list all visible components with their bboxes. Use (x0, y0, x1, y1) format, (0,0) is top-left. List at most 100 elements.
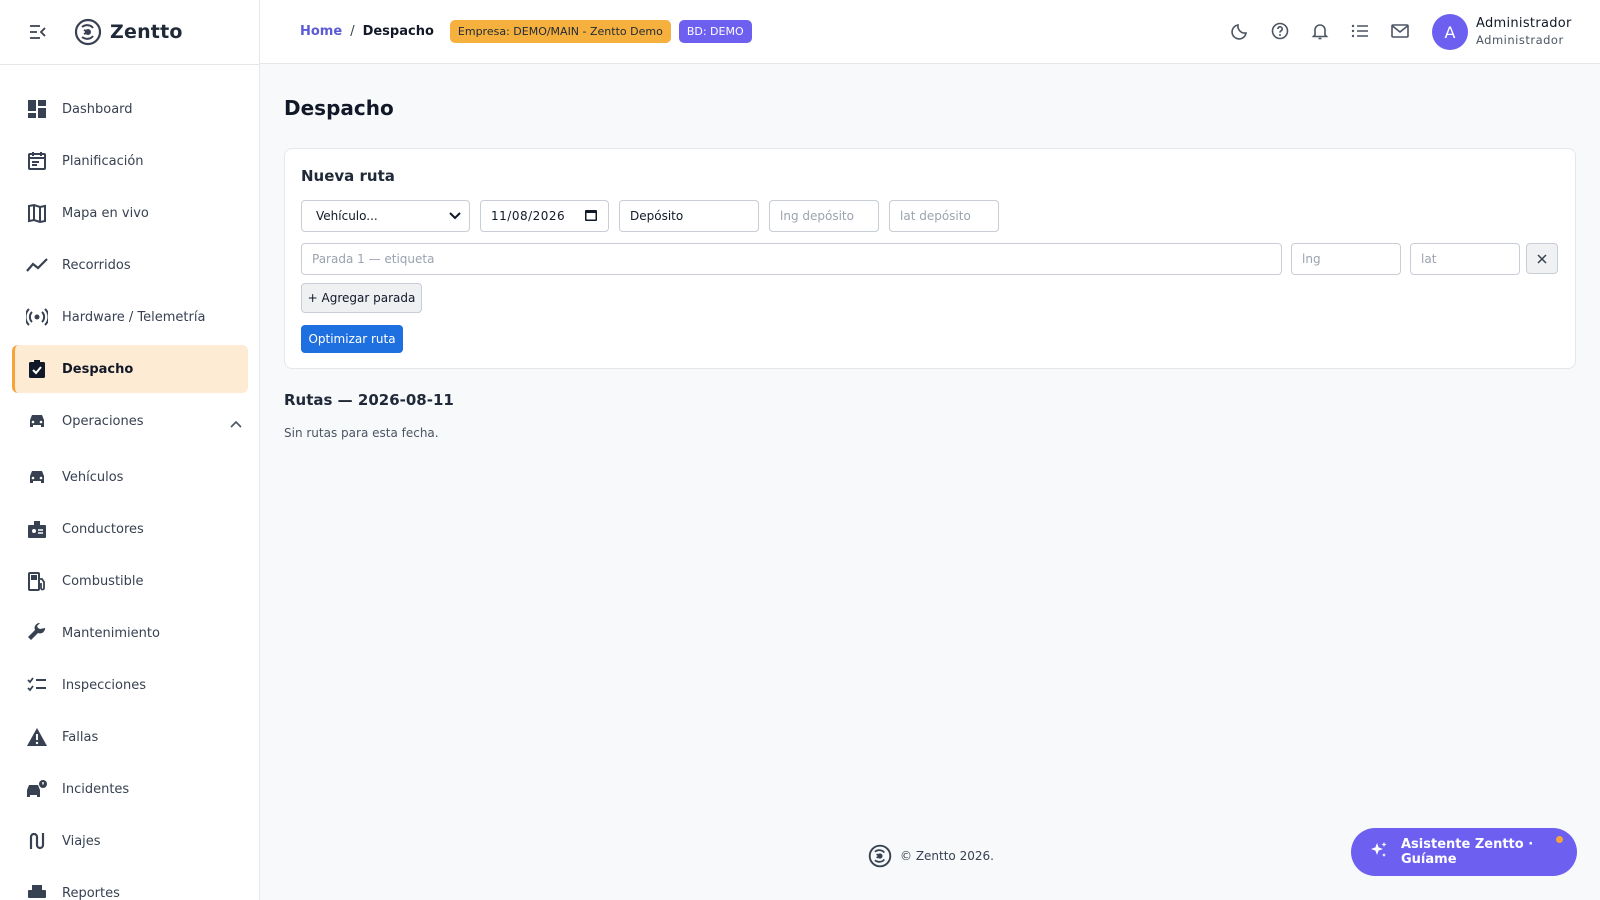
calendar-icon (26, 150, 48, 172)
menu-collapse-icon[interactable] (28, 22, 48, 42)
fuel-pump-icon (26, 570, 48, 592)
chevron-up-icon[interactable] (230, 413, 242, 432)
user-name: Administrador (1476, 16, 1572, 31)
sidebar-item-label: Viajes (62, 833, 101, 849)
sidebar-header: Zentto (0, 0, 259, 65)
deposit-lng-placeholder: lng depósito (780, 209, 854, 223)
deposit-lng-input[interactable]: lng depósito (769, 200, 879, 232)
vehicle-select[interactable]: Vehículo... (301, 200, 470, 232)
user-menu[interactable]: A Administrador Administrador (1432, 14, 1572, 50)
sidebar-item-hardware[interactable]: Hardware / Telemetría (12, 293, 248, 341)
sidebar-item-fallas[interactable]: Fallas (12, 713, 248, 761)
sidebar-item-reportes[interactable]: Reportes (12, 869, 248, 900)
warning-icon (26, 726, 48, 748)
sidebar-item-operaciones[interactable]: Operaciones (12, 397, 248, 445)
empresa-badge: Empresa: DEMO/MAIN - Zentto Demo (449, 20, 671, 43)
car-alert-icon (26, 778, 48, 800)
sidebar-item-viajes[interactable]: Viajes (12, 817, 248, 865)
routes-empty-message: Sin rutas para esta fecha. (284, 426, 439, 440)
sidebar: Zentto Dashboard Planificación Mapa en v… (0, 0, 260, 900)
stop-lng-placeholder: lng (1302, 252, 1321, 266)
add-stop-button[interactable]: + Agregar parada (301, 283, 422, 313)
card-title: Nueva ruta (301, 167, 395, 185)
sidebar-item-label: Planificación (62, 153, 144, 169)
remove-stop-button[interactable] (1526, 243, 1558, 274)
notification-dot (1556, 836, 1563, 843)
sidebar-item-dashboard[interactable]: Dashboard (12, 85, 248, 133)
breadcrumb: Home / Despacho Empresa: DEMO/MAIN - Zen… (300, 20, 752, 43)
car-icon (26, 466, 48, 488)
sidebar-item-label: Operaciones (62, 413, 144, 429)
sidebar-item-label: Recorridos (62, 257, 131, 273)
chevron-down-icon (449, 209, 461, 223)
sidebar-item-label: Dashboard (62, 101, 133, 117)
new-route-card: Nueva ruta Vehículo... 11/08/2026 Depósi… (284, 148, 1576, 369)
database-badge: BD: DEMO (678, 20, 752, 43)
sidebar-item-label: Incidentes (62, 781, 130, 797)
assistant-button[interactable]: Asistente Zentto · Guíame (1351, 828, 1577, 876)
sidebar-item-label: Inspecciones (62, 677, 146, 693)
user-role: Administrador (1476, 33, 1564, 47)
zentto-logo-icon (74, 18, 102, 46)
stop-lng-input[interactable]: lng (1291, 243, 1401, 275)
mail-icon[interactable] (1390, 20, 1410, 42)
stop-lat-placeholder: lat (1421, 252, 1437, 266)
sidebar-item-label: Hardware / Telemetría (62, 309, 206, 325)
map-icon (26, 202, 48, 224)
avatar: A (1432, 14, 1468, 50)
sidebar-item-label: Mapa en vivo (62, 205, 149, 221)
zentto-logo-icon (868, 844, 892, 868)
sidebar-item-recorridos[interactable]: Recorridos (12, 241, 248, 289)
sidebar-item-mantenimiento[interactable]: Mantenimiento (12, 609, 248, 657)
date-value: 11/08/2026 (491, 209, 566, 223)
date-input[interactable]: 11/08/2026 (480, 200, 609, 232)
help-icon[interactable] (1270, 20, 1290, 42)
top-header: Home / Despacho Empresa: DEMO/MAIN - Zen… (260, 0, 1600, 64)
clipboard-check-icon (26, 358, 48, 380)
sidebar-item-planificacion[interactable]: Planificación (12, 137, 248, 185)
sidebar-item-label: Reportes (62, 885, 120, 900)
sidebar-item-label: Despacho (62, 361, 134, 377)
sidebar-item-label: Conductores (62, 521, 144, 537)
wrench-icon (26, 622, 48, 644)
sidebar-item-combustible[interactable]: Combustible (12, 557, 248, 605)
header-actions (1230, 20, 1410, 42)
sidebar-item-incidentes[interactable]: Incidentes (12, 765, 248, 813)
sidebar-item-despacho[interactable]: Despacho (12, 345, 248, 393)
calendar-icon[interactable] (584, 208, 598, 225)
footer: © Zentto 2026. (868, 844, 994, 868)
car-icon (26, 410, 48, 432)
sidebar-item-label: Vehículos (62, 469, 124, 485)
page-title: Despacho (284, 96, 394, 120)
optimize-route-button[interactable]: Optimizar ruta (301, 325, 403, 353)
sidebar-item-vehiculos[interactable]: Vehículos (12, 453, 248, 501)
stop-lat-input[interactable]: lat (1410, 243, 1520, 275)
breadcrumb-current: Despacho (362, 24, 434, 39)
footer-copyright: © Zentto 2026. (900, 849, 994, 863)
broadcast-icon (26, 306, 48, 328)
assistant-label: Asistente Zentto · Guíame (1401, 837, 1534, 867)
sidebar-item-inspecciones[interactable]: Inspecciones (12, 661, 248, 709)
printer-icon (26, 882, 48, 900)
stop-label-input[interactable]: Parada 1 — etiqueta (301, 243, 1282, 275)
moon-icon[interactable] (1230, 20, 1250, 42)
badge-icon (26, 518, 48, 540)
route-icon (26, 830, 48, 852)
sidebar-item-label: Combustible (62, 573, 144, 589)
sparkle-icon (1369, 840, 1389, 864)
bell-icon[interactable] (1310, 20, 1330, 42)
sidebar-item-conductores[interactable]: Conductores (12, 505, 248, 553)
deposit-label-input[interactable]: Depósito (619, 200, 759, 232)
sidebar-item-mapa[interactable]: Mapa en vivo (12, 189, 248, 237)
deposit-lat-placeholder: lat depósito (900, 209, 971, 223)
app-logo[interactable]: Zentto (74, 18, 183, 46)
deposit-lat-input[interactable]: lat depósito (889, 200, 999, 232)
breadcrumb-home-link[interactable]: Home (300, 24, 342, 39)
routes-title: Rutas — 2026-08-11 (284, 391, 454, 409)
sidebar-item-label: Mantenimiento (62, 625, 160, 641)
app-name: Zentto (110, 21, 183, 43)
list-icon[interactable] (1350, 20, 1370, 42)
dashboard-icon (26, 98, 48, 120)
sidebar-item-label: Fallas (62, 729, 99, 745)
vehicle-select-value: Vehículo... (316, 209, 378, 223)
